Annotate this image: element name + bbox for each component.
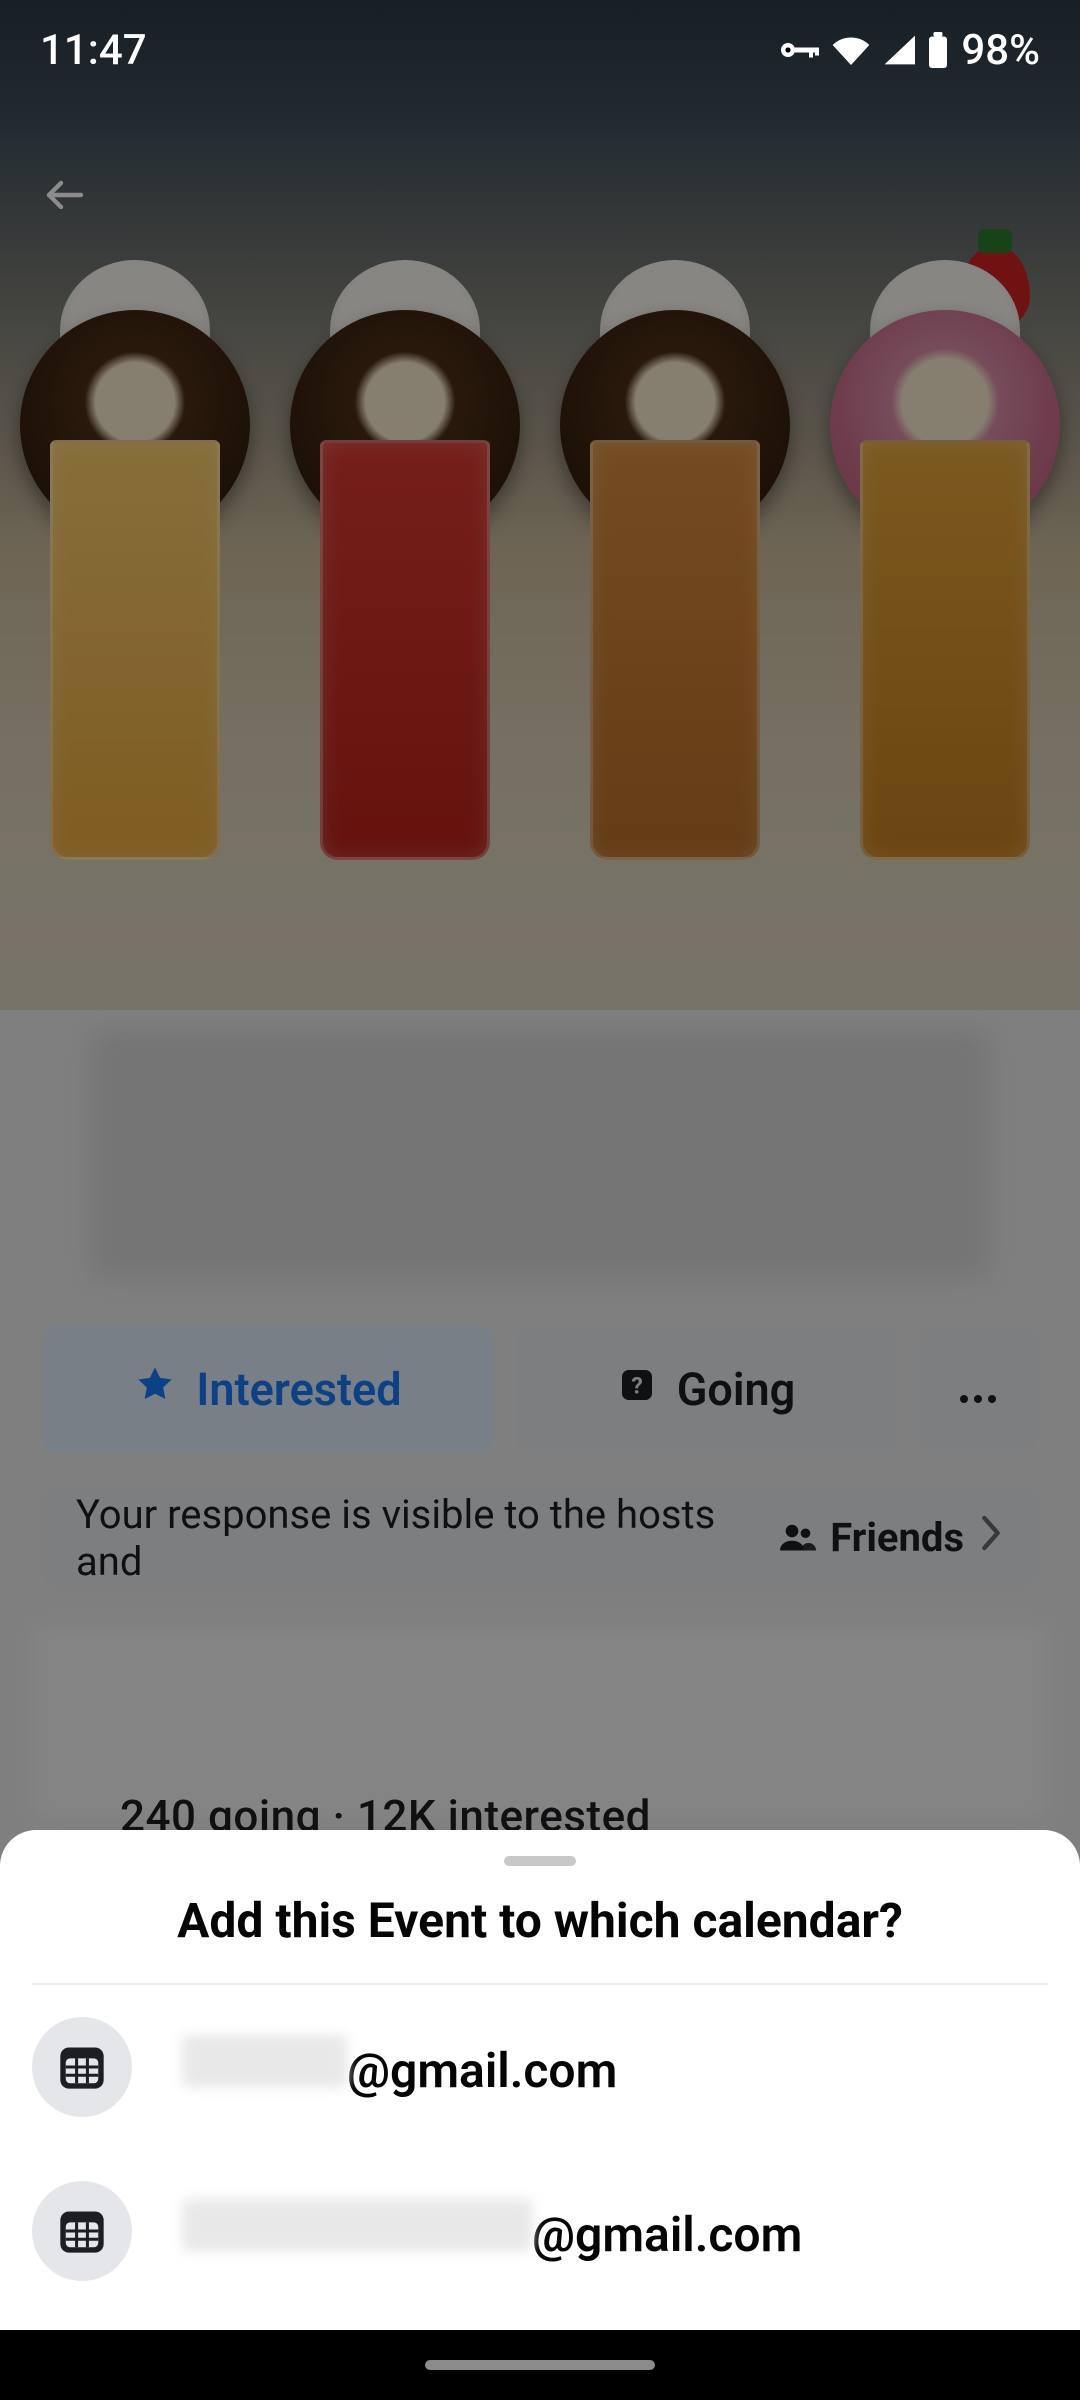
vpn-key-icon: [779, 38, 819, 62]
calendar-option[interactable]: @gmail.com: [32, 2149, 1048, 2291]
cell-signal-icon: [883, 35, 915, 65]
battery-percentage: 98%: [961, 26, 1040, 75]
status-time: 11:47: [40, 26, 147, 75]
calendar-option[interactable]: @gmail.com: [32, 1985, 1048, 2149]
wifi-icon: [831, 35, 871, 65]
calendar-icon: [32, 2181, 132, 2281]
calendar-icon: [32, 2017, 132, 2117]
sheet-title: Add this Event to which calendar?: [0, 1892, 1080, 1949]
email-redacted: [182, 2035, 347, 2087]
calendar-picker-sheet: Add this Event to which calendar? @gmail…: [0, 1830, 1080, 2330]
status-bar: 11:47 98%: [0, 0, 1080, 100]
email-suffix: @gmail.com: [532, 2206, 802, 2263]
battery-icon: [927, 32, 949, 68]
sheet-drag-handle[interactable]: [504, 1856, 576, 1866]
email-suffix: @gmail.com: [347, 2042, 617, 2099]
email-redacted: [182, 2199, 532, 2251]
